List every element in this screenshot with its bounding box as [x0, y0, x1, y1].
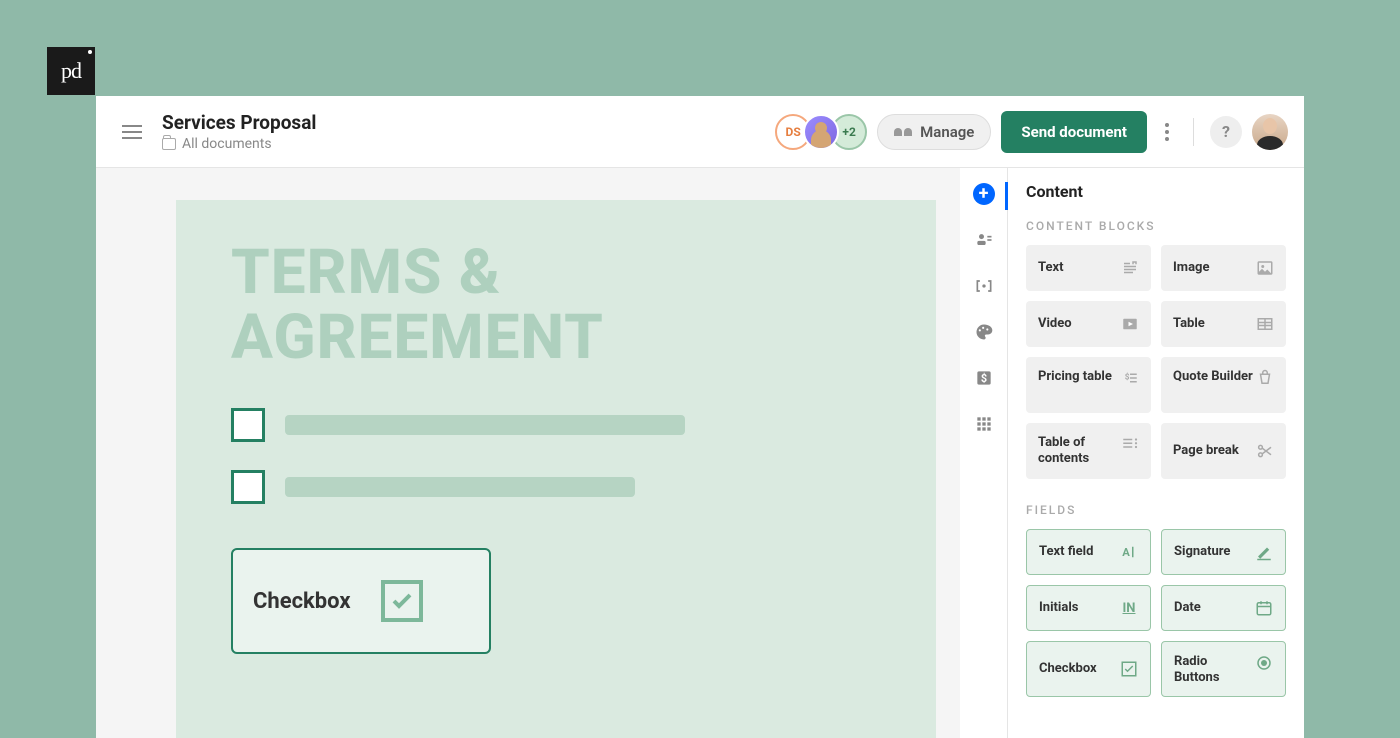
palette-icon — [974, 322, 994, 342]
breadcrumb[interactable]: All documents — [162, 136, 783, 152]
pricing-icon: $ — [1121, 369, 1139, 387]
fields-grid: Text field A Signature Initials IN Date … — [1026, 529, 1286, 697]
svg-text:$: $ — [1125, 372, 1130, 383]
checkbox-placeholder[interactable] — [231, 408, 265, 442]
people-icon — [894, 128, 912, 136]
field-checkbox[interactable]: Checkbox — [1026, 641, 1151, 697]
signature-icon — [1255, 543, 1273, 561]
page-heading-line1: TERMS & — [231, 240, 881, 305]
title-area: Services Proposal All documents — [162, 111, 783, 152]
send-document-button[interactable]: Send document — [1001, 111, 1147, 153]
text-field-icon: A — [1120, 543, 1138, 561]
dollar-icon: $ — [974, 368, 994, 388]
field-date[interactable]: Date — [1161, 585, 1286, 631]
field-text[interactable]: Text field A — [1026, 529, 1151, 575]
checklist-row — [231, 470, 881, 504]
manage-label: Manage — [920, 123, 974, 141]
avatar-photo[interactable] — [803, 114, 839, 150]
rail-design[interactable] — [972, 320, 996, 344]
user-avatar[interactable] — [1252, 114, 1288, 150]
field-radio[interactable]: Radio Buttons — [1161, 641, 1286, 697]
text-placeholder — [285, 415, 685, 435]
field-signature[interactable]: Signature — [1161, 529, 1286, 575]
content-panel: Content CONTENT BLOCKS Text Image Video … — [1008, 168, 1304, 738]
plus-circle-icon: + — [973, 183, 995, 205]
quote-icon — [1256, 369, 1274, 387]
block-image[interactable]: Image — [1161, 245, 1286, 291]
video-icon — [1121, 315, 1139, 333]
panel-title: Content — [1026, 182, 1286, 201]
folder-icon — [162, 138, 176, 150]
svg-text:$: $ — [980, 372, 986, 385]
rail-pricing[interactable]: $ — [972, 366, 996, 390]
main-area: TERMS & AGREEMENT Checkbox — [96, 168, 1304, 738]
dragging-checkbox-block[interactable]: Checkbox — [231, 548, 491, 654]
divider — [1193, 118, 1194, 146]
initials-icon: IN — [1120, 599, 1138, 617]
block-video[interactable]: Video — [1026, 301, 1151, 347]
content-blocks-grid: Text Image Video Table Pricing table — [1026, 245, 1286, 479]
text-placeholder — [285, 477, 635, 497]
document-title: Services Proposal — [162, 111, 783, 134]
menu-button[interactable] — [112, 112, 152, 152]
header-actions: DS +2 Manage Send document ? — [783, 111, 1288, 153]
checkbox-icon — [381, 580, 423, 622]
collaborator-avatars[interactable]: DS +2 — [783, 114, 867, 150]
brand-logo: pd — [47, 47, 95, 95]
app-window: Services Proposal All documents DS +2 Ma… — [96, 96, 1304, 738]
section-fields: FIELDS — [1026, 503, 1286, 517]
brackets-icon — [974, 276, 994, 296]
rail-apps[interactable] — [972, 412, 996, 436]
rail-variables[interactable] — [972, 274, 996, 298]
rail-recipients[interactable] — [972, 228, 996, 252]
checklist-row — [231, 408, 881, 442]
block-toc[interactable]: Table of contents — [1026, 423, 1151, 479]
image-icon — [1256, 259, 1274, 277]
field-initials[interactable]: Initials IN — [1026, 585, 1151, 631]
drag-block-label: Checkbox — [253, 589, 351, 614]
breadcrumb-label: All documents — [182, 136, 272, 152]
document-canvas[interactable]: TERMS & AGREEMENT Checkbox — [96, 168, 960, 738]
block-page-break[interactable]: Page break — [1161, 423, 1286, 479]
rail-add-content[interactable]: + — [972, 182, 996, 206]
calendar-icon — [1255, 599, 1273, 617]
block-table[interactable]: Table — [1161, 301, 1286, 347]
grid-icon — [974, 414, 994, 434]
text-icon — [1121, 259, 1139, 277]
brand-logo-text: pd — [61, 58, 81, 84]
section-content-blocks: CONTENT BLOCKS — [1026, 219, 1286, 233]
scissors-icon — [1256, 442, 1274, 460]
header: Services Proposal All documents DS +2 Ma… — [96, 96, 1304, 168]
table-icon — [1256, 315, 1274, 333]
block-quote-builder[interactable]: Quote Builder — [1161, 357, 1286, 413]
help-button[interactable]: ? — [1210, 116, 1242, 148]
svg-text:A: A — [1122, 546, 1130, 559]
block-text[interactable]: Text — [1026, 245, 1151, 291]
more-options-button[interactable] — [1157, 115, 1177, 149]
tool-rail: + $ — [960, 168, 1008, 738]
radio-icon — [1255, 654, 1273, 672]
manage-button[interactable]: Manage — [877, 114, 991, 150]
checkbox-field-icon — [1120, 660, 1138, 678]
toc-icon — [1121, 435, 1139, 453]
checkbox-placeholder[interactable] — [231, 470, 265, 504]
document-page[interactable]: TERMS & AGREEMENT Checkbox — [176, 200, 936, 738]
block-pricing-table[interactable]: Pricing table $ — [1026, 357, 1151, 413]
page-heading-line2: AGREEMENT — [231, 305, 881, 370]
hamburger-icon — [122, 125, 142, 139]
recipients-icon — [974, 230, 994, 250]
